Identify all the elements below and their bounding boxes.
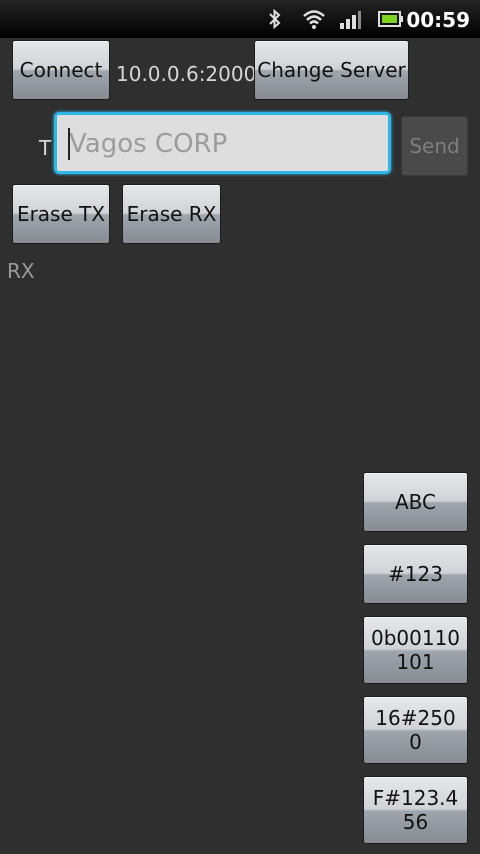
- tx-label: T: [39, 136, 52, 160]
- signal-icon: [340, 11, 361, 29]
- bluetooth-icon: [269, 8, 281, 30]
- tx-input[interactable]: [67, 123, 371, 165]
- rx-label: RX: [7, 259, 35, 283]
- erase-rx-button[interactable]: Erase RX: [122, 184, 221, 244]
- rx-output-area: [0, 290, 355, 850]
- format-abc-button[interactable]: ABC: [363, 472, 468, 532]
- text-cursor: [68, 128, 70, 160]
- status-bar: 00:59: [0, 0, 480, 38]
- format-float-button[interactable]: F#123.4 56: [363, 776, 468, 844]
- erase-tx-button[interactable]: Erase TX: [12, 184, 110, 244]
- connect-button[interactable]: Connect: [12, 40, 110, 100]
- format-decimal-button[interactable]: #123: [363, 544, 468, 604]
- format-binary-button[interactable]: 0b00110 101: [363, 616, 468, 684]
- change-server-button[interactable]: Change Server: [254, 40, 409, 100]
- status-time: 00:59: [406, 8, 470, 32]
- format-hex-button[interactable]: 16#250 0: [363, 696, 468, 764]
- battery-icon: [378, 11, 403, 27]
- wifi-icon: [303, 10, 325, 29]
- tx-input-frame[interactable]: [54, 112, 391, 174]
- server-address: 10.0.0.6:2000: [116, 62, 257, 86]
- send-button[interactable]: Send: [401, 116, 468, 176]
